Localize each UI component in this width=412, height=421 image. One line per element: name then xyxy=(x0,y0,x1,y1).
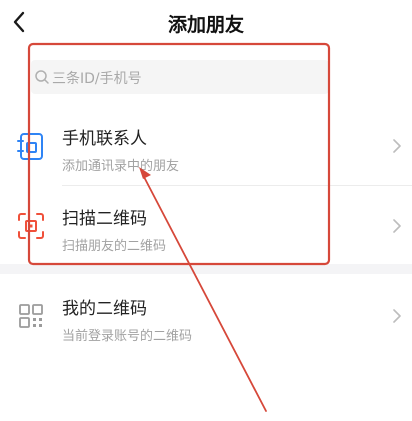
search-input[interactable]: 三条ID/手机号 xyxy=(31,60,329,94)
chevron-right-icon xyxy=(393,309,401,323)
list-item-label: 手机联系人 xyxy=(62,129,147,149)
chevron-right-icon xyxy=(393,139,401,153)
list-item-my-qr[interactable]: 我的二维码 当前登录账号的二维码 xyxy=(0,276,412,356)
list-item-scan-qr[interactable]: 扫描二维码 扫描朋友的二维码 xyxy=(0,186,412,266)
list-item-phone-contacts[interactable]: 手机联系人 添加通讯录中的朋友 xyxy=(0,106,412,186)
chevron-right-icon xyxy=(393,219,401,233)
list-item-subtitle: 扫描朋友的二维码 xyxy=(62,239,167,254)
my-qr-icon xyxy=(19,304,43,328)
list-item-subtitle: 当前登录账号的二维码 xyxy=(62,329,193,344)
list-item-subtitle: 添加通讯录中的朋友 xyxy=(62,159,180,174)
contacts-book-icon xyxy=(17,133,43,160)
page-title: 添加朋友 xyxy=(167,14,244,36)
search-icon xyxy=(35,70,49,84)
header-bar: 添加朋友 xyxy=(0,0,412,46)
list-item-label: 扫描二维码 xyxy=(62,209,147,229)
search-placeholder: 三条ID/手机号 xyxy=(52,71,142,87)
list-item-label: 我的二维码 xyxy=(62,299,147,319)
scan-qr-icon xyxy=(18,213,44,239)
section-divider xyxy=(0,264,412,274)
